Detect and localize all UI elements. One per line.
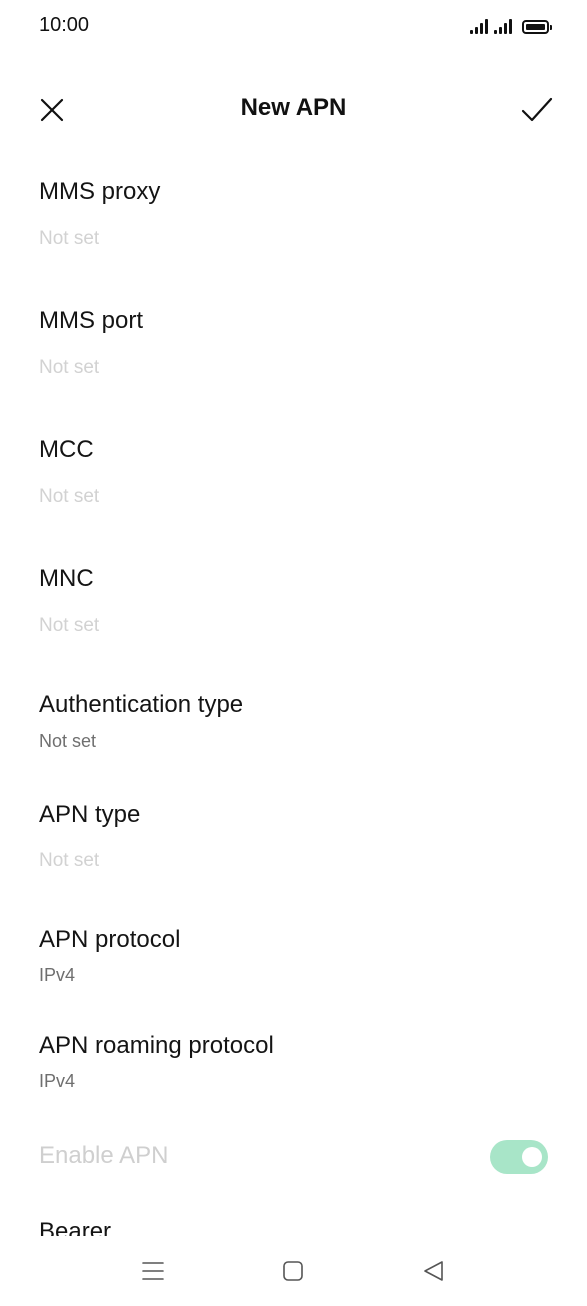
setting-mnc[interactable]: MNC Not set	[0, 557, 587, 657]
setting-mms-proxy[interactable]: MMS proxy Not set	[0, 170, 587, 270]
setting-title: Authentication type	[39, 691, 244, 718]
setting-value: Not set	[39, 228, 100, 249]
setting-value: Not set	[39, 615, 100, 636]
menu-button[interactable]	[138, 1256, 168, 1286]
setting-apn-protocol[interactable]: APN protocol IPv4	[0, 918, 587, 1008]
setting-title: APN type	[39, 801, 141, 828]
back-button[interactable]	[419, 1256, 449, 1286]
navigation-bar	[0, 1236, 587, 1306]
setting-apn-roaming-protocol[interactable]: APN roaming protocol IPv4	[0, 1024, 587, 1114]
setting-title: MCC	[39, 436, 94, 463]
setting-enable-apn: Enable APN	[0, 1132, 587, 1192]
setting-bearer[interactable]: Bearer	[0, 1210, 587, 1236]
home-icon	[283, 1261, 303, 1281]
enable-apn-toggle[interactable]	[490, 1140, 548, 1174]
setting-apn-type[interactable]: APN type Not set	[0, 793, 587, 893]
setting-mms-port[interactable]: MMS port Not set	[0, 299, 587, 399]
setting-title: MMS port	[39, 307, 144, 334]
setting-title: Bearer	[39, 1218, 112, 1236]
setting-title: MNC	[39, 565, 94, 592]
setting-title: APN roaming protocol	[39, 1032, 274, 1059]
setting-title: Enable APN	[39, 1142, 169, 1169]
setting-value: Not set	[39, 486, 100, 507]
setting-value: IPv4	[39, 965, 76, 985]
setting-authentication-type[interactable]: Authentication type Not set	[0, 683, 587, 773]
setting-value: IPv4	[39, 1071, 76, 1091]
setting-value: Not set	[39, 731, 97, 751]
toggle-knob	[522, 1147, 542, 1167]
setting-value: Not set	[39, 357, 100, 378]
menu-icon	[142, 1262, 164, 1280]
setting-mcc[interactable]: MCC Not set	[0, 428, 587, 528]
back-icon	[424, 1261, 443, 1281]
settings-scroll-area[interactable]: MMS proxy Not set MMS port Not set MCC N…	[0, 0, 587, 1236]
setting-title: MMS proxy	[39, 178, 161, 205]
setting-title: APN protocol	[39, 926, 181, 953]
setting-value: Not set	[39, 850, 100, 871]
home-button[interactable]	[278, 1256, 308, 1286]
